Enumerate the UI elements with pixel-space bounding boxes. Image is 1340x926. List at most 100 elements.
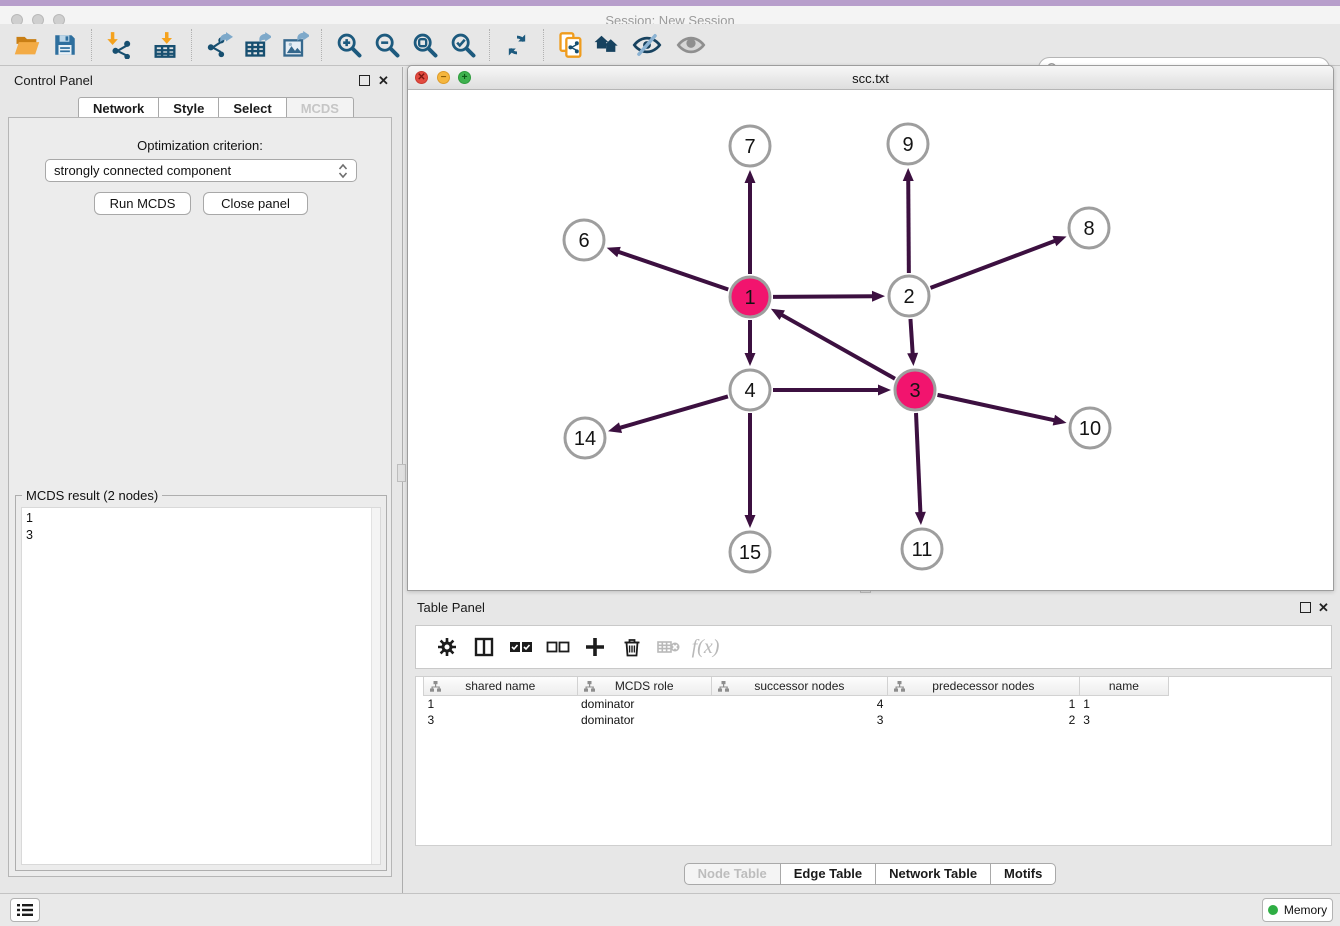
table-toolbar: f(x) [415,625,1332,669]
graph-edge-arrowhead [878,385,891,396]
hide-selected-eye-icon[interactable] [628,26,666,64]
table-cell[interactable]: 3 [1079,712,1168,728]
graph-edge-arrowhead [903,168,914,181]
table-cell[interactable]: dominator [577,712,711,728]
graph-edge[interactable] [619,396,728,428]
tab-motifs[interactable]: Motifs [991,863,1056,885]
graph-edge[interactable] [773,296,874,297]
graph-edge-arrowhead [915,512,926,525]
table-cell[interactable]: 4 [711,696,887,713]
zoom-selected-icon[interactable] [444,26,482,64]
table-cell[interactable]: dominator [577,696,711,713]
graph-node-label: 10 [1079,418,1101,440]
table-row[interactable]: 3dominator323 [424,712,1169,728]
graph-node-label: 7 [744,136,755,158]
tab-edge-table[interactable]: Edge Table [781,863,876,885]
save-session-icon[interactable] [46,26,84,64]
graph-node-label: 6 [578,230,589,252]
table-float-panel-icon[interactable] [1300,602,1311,613]
deselect-all-icon[interactable] [539,629,576,665]
network-window-titlebar[interactable]: ✕ − + scc.txt [408,66,1333,90]
table-cell[interactable]: 3 [711,712,887,728]
status-bar: Memory [0,893,1340,926]
export-image-icon[interactable] [276,26,314,64]
network-view-window: ✕ − + scc.txt 7968124314101511 [407,65,1334,591]
graph-edge-arrowhead [1052,236,1066,246]
graph-edge[interactable] [910,319,912,355]
zoom-out-icon[interactable] [368,26,406,64]
export-table-icon[interactable] [238,26,276,64]
toolbar-separator [191,29,193,61]
column-header-name[interactable]: name [1079,677,1168,696]
graph-node-label: 15 [739,542,761,564]
import-table-icon[interactable] [146,26,184,64]
tab-node-table[interactable]: Node Table [684,863,781,885]
optimization-criterion-dropdown[interactable]: strongly connected component [45,159,357,182]
show-eye-icon[interactable] [672,26,710,64]
toolbar-separator [321,29,323,61]
control-panel-title: Control Panel [14,73,93,88]
show-columns-icon[interactable] [465,629,502,665]
close-panel-button[interactable]: Close panel [203,192,308,215]
titlebar: Session: New Session [0,6,1340,24]
table-panel-title: Table Panel [417,600,485,615]
export-network-icon[interactable] [200,26,238,64]
network-window-title: scc.txt [408,71,1333,86]
graph-edge-arrowhead [1053,415,1067,426]
application-window: Session: New Session [0,0,1340,926]
graph-edge[interactable] [908,179,909,273]
task-history-button[interactable] [10,898,40,922]
network-canvas-svg[interactable]: 7968124314101511 [408,90,1333,590]
graph-edge[interactable] [937,395,1055,421]
graph-node-label: 2 [903,286,914,308]
run-mcds-button[interactable]: Run MCDS [94,192,191,215]
delete-column-trash-icon[interactable] [613,629,650,665]
column-header-mcds-role[interactable]: MCDS role [577,677,711,696]
zoom-fit-icon[interactable] [406,26,444,64]
dropdown-stepper-icon [338,163,348,179]
graph-edge-arrowhead [745,170,756,183]
close-panel-icon[interactable]: ✕ [378,75,389,86]
vertical-splitter-handle[interactable] [397,464,406,482]
graph-edge[interactable] [780,314,894,379]
result-scrollbar[interactable] [371,508,380,864]
main-toolbar [0,24,1340,66]
table-row[interactable]: 1dominator411 [424,696,1169,713]
mcds-result-list[interactable]: 1 3 [21,507,381,865]
duplicate-network-icon[interactable] [552,26,590,64]
add-column-icon[interactable] [576,629,613,665]
refresh-layout-icon[interactable] [498,26,536,64]
table-close-panel-icon[interactable]: ✕ [1318,602,1329,613]
graph-node-label: 9 [902,134,913,156]
graph-edge[interactable] [931,240,1057,288]
zoom-in-icon[interactable] [330,26,368,64]
column-header-shared-name[interactable]: shared name [424,677,578,696]
graph-node-label: 3 [909,380,920,402]
open-file-icon[interactable] [8,26,46,64]
column-header-successor-nodes[interactable]: successor nodes [711,677,887,696]
table-body: 1dominator4113dominator323 [424,696,1169,729]
memory-button[interactable]: Memory [1262,898,1333,922]
graph-edge[interactable] [617,251,728,289]
table-cell[interactable]: 2 [887,712,1079,728]
select-all-icon[interactable] [502,629,539,665]
graph-node-label: 4 [744,380,755,402]
graph-edge-arrowhead [745,515,756,528]
table-cell[interactable]: 1 [1079,696,1168,713]
houses-icon[interactable] [590,26,628,64]
table-settings-gear-icon[interactable] [428,629,465,665]
table-cell[interactable]: 1 [424,696,578,713]
mcds-result-title: MCDS result (2 nodes) [22,488,162,503]
float-panel-icon[interactable] [359,75,370,86]
graph-edge-arrowhead [608,422,622,433]
destroy-table-icon[interactable] [650,629,687,665]
table-cell[interactable]: 1 [887,696,1079,713]
table-cell[interactable]: 3 [424,712,578,728]
toolbar-separator [91,29,93,61]
import-network-icon[interactable] [100,26,138,64]
tab-network-table[interactable]: Network Table [876,863,991,885]
mcds-result-values: 1 3 [26,510,33,544]
graph-edge[interactable] [916,413,920,514]
column-header-predecessor-nodes[interactable]: predecessor nodes [887,677,1079,696]
function-builder-icon: f(x) [687,629,724,665]
